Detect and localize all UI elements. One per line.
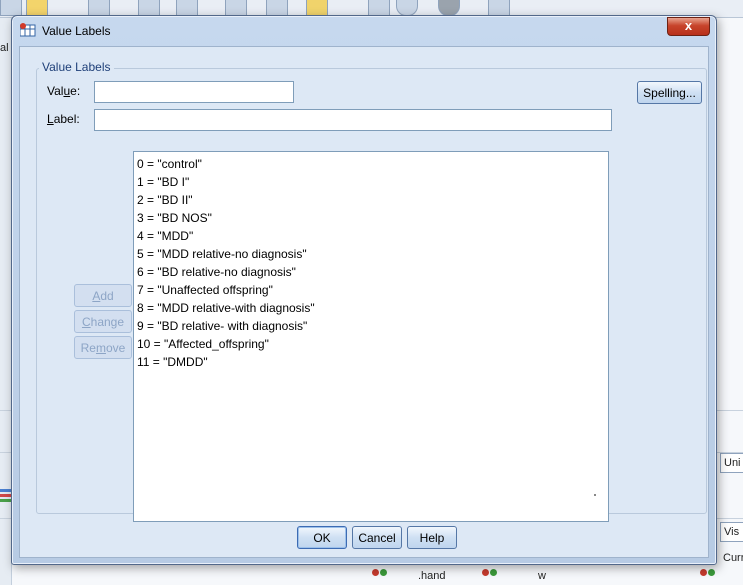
- blob-icon[interactable]: [438, 0, 460, 16]
- status-dot-icon: [708, 568, 715, 576]
- chart-icon[interactable]: [176, 0, 198, 16]
- status-dot-icon: [700, 568, 707, 576]
- change-button[interactable]: Change: [74, 310, 132, 333]
- add-button[interactable]: Add: [74, 284, 132, 307]
- list-item[interactable]: 8 = "MDD relative-with diagnosis": [137, 301, 315, 315]
- dialog-title: Value Labels: [42, 24, 111, 38]
- toolbar-icon-a[interactable]: [138, 0, 160, 16]
- change-label-accelerator: C: [81, 314, 91, 329]
- value-labels-list[interactable]: 0 = "control" 1 = "BD I" 2 = "BD II" 3 =…: [133, 151, 609, 522]
- list-item[interactable]: 6 = "BD relative-no diagnosis": [137, 265, 296, 279]
- toolbar-icon-b[interactable]: [368, 0, 390, 16]
- list-item[interactable]: 3 = "BD NOS": [137, 211, 212, 225]
- background-status-cell: [700, 566, 716, 578]
- background-cell[interactable]: Uni: [720, 453, 743, 473]
- value-input[interactable]: [94, 81, 294, 103]
- close-icon: x: [684, 18, 693, 33]
- list-item[interactable]: 0 = "control": [137, 157, 202, 171]
- label-label-accelerator: L: [47, 112, 54, 126]
- add-label-text: dd: [100, 288, 114, 303]
- spell-check-icon[interactable]: [488, 0, 510, 16]
- remove-label-text: ove: [105, 340, 126, 355]
- background-status-cell: [482, 566, 498, 578]
- cancel-button[interactable]: Cancel: [352, 526, 402, 549]
- remove-button[interactable]: Remove: [74, 336, 132, 359]
- background-left-text: al: [0, 42, 9, 54]
- change-label-text: hange: [90, 314, 125, 329]
- background-cell[interactable]: Curr: [720, 549, 743, 569]
- binoculars-icon[interactable]: [88, 0, 110, 16]
- status-dot-icon: [380, 568, 387, 576]
- value-label-text: Val: [47, 84, 64, 98]
- label-field-label: Label:: [47, 112, 80, 126]
- status-dot-icon: [490, 568, 497, 576]
- grid-icon[interactable]: [0, 0, 22, 16]
- mu-icon[interactable]: [26, 0, 48, 16]
- status-dot-icon: [372, 568, 379, 576]
- grid-yellow-icon[interactable]: [306, 0, 328, 16]
- group-label: Value Labels: [39, 60, 114, 74]
- list-item[interactable]: 7 = "Unaffected offspring": [137, 283, 273, 297]
- label-label-text: abel:: [53, 112, 80, 126]
- value-labels-dialog: Value Labels x Value Labels Value: Label…: [11, 15, 717, 565]
- list-item[interactable]: 2 = "BD II": [137, 193, 193, 207]
- list-item[interactable]: 1 = "BD I": [137, 175, 189, 189]
- close-button[interactable]: x: [667, 17, 710, 36]
- list-item[interactable]: 10 = "Affected_offspring": [137, 337, 269, 351]
- dialog-titlebar[interactable]: Value Labels x: [12, 16, 716, 46]
- list-item[interactable]: 9 = "BD relative- with diagnosis": [137, 319, 307, 333]
- background-status-cell: [372, 566, 388, 578]
- ok-button[interactable]: OK: [297, 526, 347, 549]
- value-field-label: Value:: [47, 84, 80, 98]
- status-dot-icon: [482, 568, 489, 576]
- background-cell-text: .hand: [418, 570, 446, 582]
- dialog-client-area: Value Labels Value: Label: Spelling... A…: [19, 46, 709, 558]
- background-cell-text: w: [538, 570, 546, 582]
- remove-label-accelerator: m: [95, 340, 106, 355]
- help-button[interactable]: Help: [407, 526, 457, 549]
- table-icon[interactable]: [225, 0, 247, 16]
- background-cell[interactable]: Vis: [720, 522, 743, 542]
- list-item[interactable]: 5 = "MDD relative-no diagnosis": [137, 247, 307, 261]
- label-input[interactable]: [94, 109, 612, 131]
- scale-icon[interactable]: [266, 0, 288, 16]
- remove-label-text: Re: [80, 340, 96, 355]
- circles-icon[interactable]: [396, 0, 418, 16]
- spelling-button[interactable]: Spelling...: [637, 81, 702, 104]
- list-item[interactable]: 4 = "MDD": [137, 229, 193, 243]
- spss-app-icon: [20, 23, 36, 37]
- list-resize-grip: [594, 494, 596, 496]
- value-label-text: e:: [70, 84, 81, 98]
- list-item[interactable]: 11 = "DMDD": [137, 355, 208, 369]
